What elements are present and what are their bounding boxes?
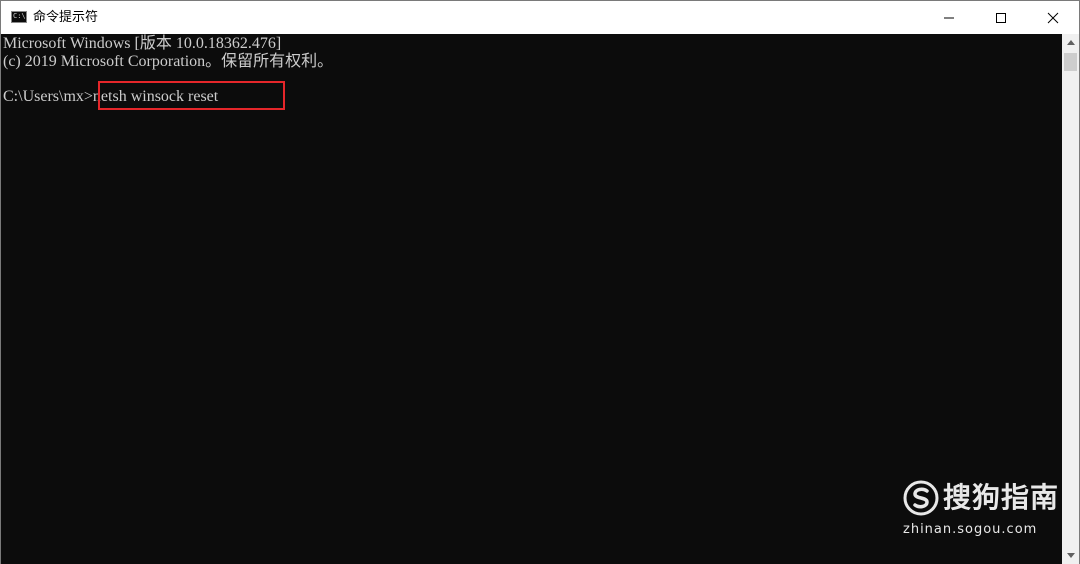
arrow-up-icon: [1066, 39, 1075, 45]
cmd-icon: C:\: [11, 11, 27, 23]
sogou-logo-icon: [903, 480, 939, 516]
console-line: (c) 2019 Microsoft Corporation。保留所有权利。: [3, 53, 334, 70]
command-prompt-window: C:\ 命令提示符 Microsoft Windows [版本 10.0.183…: [0, 0, 1080, 564]
watermark-brand: 搜狗指南: [943, 481, 1060, 514]
window-title: 命令提示符: [33, 10, 99, 25]
minimize-icon: [944, 17, 954, 18]
arrow-down-icon: [1066, 552, 1075, 558]
console-line: Microsoft Windows [版本 10.0.18362.476]: [3, 35, 282, 52]
maximize-icon: [996, 12, 1006, 23]
close-icon: [1047, 12, 1059, 23]
minimize-button[interactable]: [926, 1, 972, 34]
sogou-watermark: 搜狗指南 zhinan.sogou.com: [903, 480, 1063, 546]
title-bar[interactable]: C:\ 命令提示符: [1, 1, 1079, 34]
vertical-scrollbar[interactable]: [1062, 34, 1079, 564]
scroll-thumb[interactable]: [1064, 53, 1077, 71]
command-highlight-box: [98, 81, 285, 110]
close-button[interactable]: [1030, 1, 1076, 34]
scroll-down-button[interactable]: [1062, 547, 1079, 564]
watermark-url: zhinan.sogou.com: [903, 522, 1038, 537]
maximize-button[interactable]: [978, 1, 1024, 34]
scroll-up-button[interactable]: [1062, 34, 1079, 51]
